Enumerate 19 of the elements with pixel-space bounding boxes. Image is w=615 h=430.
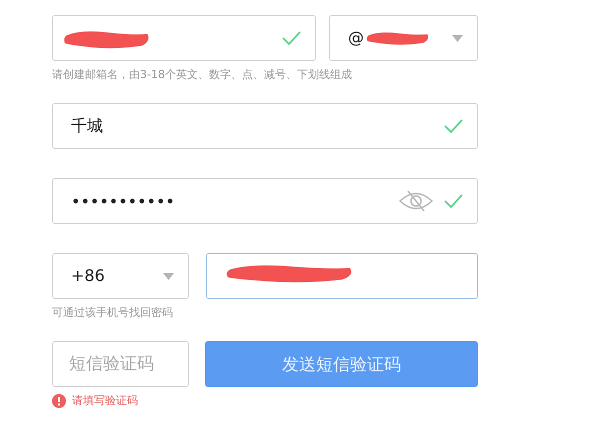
- password-field[interactable]: •••••••••••: [52, 178, 478, 224]
- nickname-input[interactable]: 千城: [71, 114, 434, 138]
- caret-icon: [452, 34, 463, 42]
- email-field[interactable]: [52, 15, 316, 61]
- email-hint: 请创建邮箱名，由3-18个英文、数字、点、减号、下划线组成: [52, 67, 353, 82]
- nickname-field[interactable]: 千城: [52, 103, 478, 149]
- phone-hint: 可通过该手机号找回密码: [52, 305, 174, 320]
- domain-value: @: [348, 27, 365, 49]
- phone-field[interactable]: [206, 253, 478, 299]
- password-input[interactable]: •••••••••••: [71, 189, 388, 213]
- error-message: 请填写验证码: [72, 393, 138, 408]
- domain-select[interactable]: @: [329, 15, 478, 61]
- sms-code-field[interactable]: 短信验证码: [52, 341, 189, 387]
- country-code-select[interactable]: +86: [52, 253, 189, 299]
- eye-icon[interactable]: [398, 190, 434, 212]
- country-code: +86: [71, 265, 106, 287]
- error-icon: [52, 394, 66, 408]
- caret-icon: [163, 272, 174, 280]
- sms-code-input[interactable]: 短信验证码: [69, 352, 174, 376]
